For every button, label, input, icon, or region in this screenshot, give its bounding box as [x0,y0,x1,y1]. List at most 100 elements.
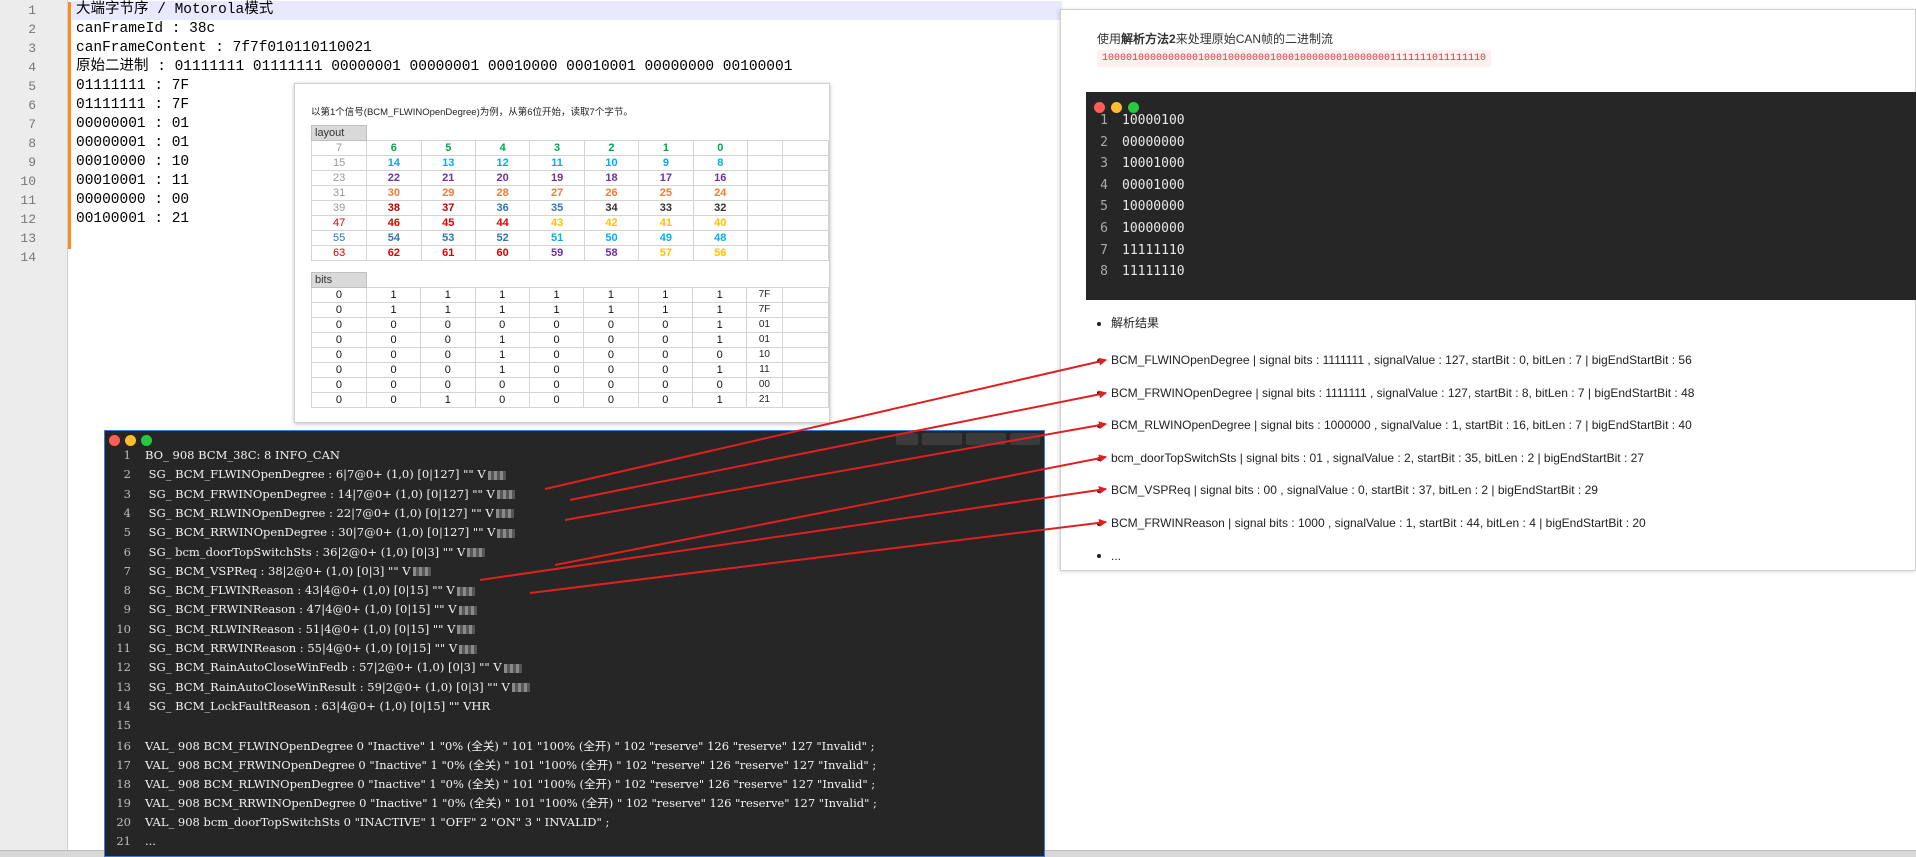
bit-cell: 1 [691,287,748,303]
bullet-icon [1097,391,1101,396]
layout-cell: 59 [529,245,585,261]
dbc-line-number: 2 [123,467,131,482]
layout-table: layout 7 6 5 4 3 2 1 0 15 14 13 12 11 10 9 8 23 22 21 20 19 18… [310,125,830,261]
redacted-text [495,509,514,519]
bit-cell: 1 [691,362,748,378]
line-number: 6 [28,98,36,113]
layout-cell: 20 [474,170,531,186]
bit-cell: 0 [528,392,585,408]
dbc-line-number: 4 [123,505,131,520]
bit-cell: 1 [420,302,476,318]
layout-cell: 44 [474,215,531,231]
result-item: ... [1097,549,1121,563]
byte-line: 2 00000000 [1086,135,1184,156]
layout-cell: 24 [692,185,749,201]
empty-cell [781,332,830,348]
layout-cell: 38 [366,200,422,216]
layout-cell: 28 [474,185,531,201]
byte-line-text: 10000100 [1122,113,1185,128]
dbc-line-text: VAL_ 908 BCM_RRWINOpenDegree 0 "Inactive… [145,796,877,811]
empty-cell [782,273,828,288]
bits-row: 0 0 1 0 0 0 0 1 21 [311,392,830,408]
bits-row: 0 0 0 0 0 0 0 0 00 [311,377,830,393]
result-item: BCM_FRWINOpenDegree | signal bits : 1111… [1097,386,1694,400]
line-number: 3 [28,41,36,56]
bit-cell: 0 [365,317,422,333]
byte-line-number: 6 [1100,221,1108,236]
hex-cell: 11 [746,362,783,378]
bit-cell: 0 [528,317,585,333]
layout-cell: 61 [420,245,476,261]
editor-line[interactable]: canFrameContent : 7f7f010110110021 [76,39,372,58]
editor-line[interactable]: 01111111 : 7F [76,96,189,115]
maximize-dot-icon[interactable] [1128,102,1139,113]
result-text: BCM_FRWINReason | signal bits : 1000 , s… [1111,516,1646,530]
bit-cell: 1 [474,287,530,303]
intro-bold: 解析方法2 [1121,32,1176,46]
layout-cell: 12 [474,155,531,171]
bits-table: bits 0 1 1 1 1 1 1 1 7F 0 1 1 1 1 1 1 1 7F 0 0 0 0 0 0 0 1 01 0 0 0 1 0 0… [311,272,830,408]
layout-cell: 21 [420,170,476,186]
bullet-icon [1097,489,1101,494]
layout-cell: 56 [692,245,749,261]
bits-label: bits [311,272,367,288]
excel-bit-layout-panel: 以第1个信号(BCM_FLWINOpenDegree)为例，从第6位开始，读取7… [294,83,830,423]
dbc-line-number: 20 [116,814,131,829]
dbc-line: 6 SG_ bcm_doorTopSwitchSts : 36|2@0+ (1,… [105,545,486,564]
toolbar-button[interactable] [966,433,1006,445]
empty-cell [693,126,747,141]
editor-line[interactable]: 00000000 : 00 [76,191,189,210]
bit-cell: 0 [474,392,530,408]
layout-cell: 5 [420,140,476,156]
empty-cell [782,126,828,141]
bit-cell: 0 [528,347,585,363]
layout-cell: 16 [692,170,749,186]
editor-line[interactable]: 01111111 : 7F [76,77,189,96]
editor-line[interactable]: 00010001 : 11 [76,172,189,191]
empty-cell [781,377,830,393]
minimize-dot-icon[interactable] [1111,102,1122,113]
line-number: 5 [28,79,36,94]
editor-line[interactable]: 原始二进制 : 01111111 01111111 00000001 00000… [76,58,792,77]
line-number: 1 [28,3,36,18]
toolbar-button[interactable] [896,433,918,445]
editor-line[interactable]: 00000001 : 01 [76,115,189,134]
byte-line-number: 4 [1100,177,1108,193]
layout-cell: 53 [420,230,476,246]
empty-cell [747,245,783,261]
editor-line[interactable]: 00000001 : 01 [76,134,189,153]
redacted-text [458,605,477,615]
toolbar-button[interactable] [1010,433,1040,445]
dbc-line: 9 SG_ BCM_FRWINReason : 47|4@0+ (1,0) [0… [105,602,477,621]
empty-cell [584,273,638,288]
editor-line[interactable]: 大端字节序 / Motorola模式 [76,1,273,20]
toolbar-button[interactable] [922,433,962,445]
line-number: 14 [20,250,36,265]
empty-cell [639,126,693,141]
bit-cell: 1 [637,287,693,303]
dbc-line: 5 SG_ BCM_RRWINOpenDegree : 30|7@0+ (1,0… [105,525,516,544]
code-toolbar [896,433,1040,445]
dbc-line: 13 SG_ BCM_RainAutoCloseWinResult : 59|2… [105,680,530,699]
editor-line[interactable]: 00100001 : 21 [76,210,189,229]
close-dot-icon[interactable] [109,435,120,446]
dbc-line-number: 7 [123,563,131,578]
bit-cell: 1 [691,332,748,348]
editor-line[interactable]: 00010000 : 10 [76,153,189,172]
bits-row: 0 1 1 1 1 1 1 1 7F [311,302,830,318]
dbc-line-number: 13 [116,679,131,694]
layout-cell: 0 [692,140,749,156]
byte-line: 6 10000000 [1086,221,1184,242]
bit-cell: 0 [637,347,693,363]
bit-cell: 0 [420,347,476,363]
close-dot-icon[interactable] [1094,102,1105,113]
layout-cell: 51 [529,230,585,246]
dbc-line: 12 SG_ BCM_RainAutoCloseWinFedb : 57|2@0… [105,660,522,679]
hex-cell: 01 [746,317,783,333]
bit-cell: 0 [311,287,367,303]
editor-line[interactable]: canFrameId : 38c [76,20,215,39]
minimize-dot-icon[interactable] [125,435,136,446]
line-number-gutter: 1 2 3 4 5 6 7 8 9 10 11 12 13 14 [0,0,68,857]
maximize-dot-icon[interactable] [141,435,152,446]
dbc-line-text: VAL_ 908 bcm_doorTopSwitchSts 0 "INACTIV… [145,814,610,829]
